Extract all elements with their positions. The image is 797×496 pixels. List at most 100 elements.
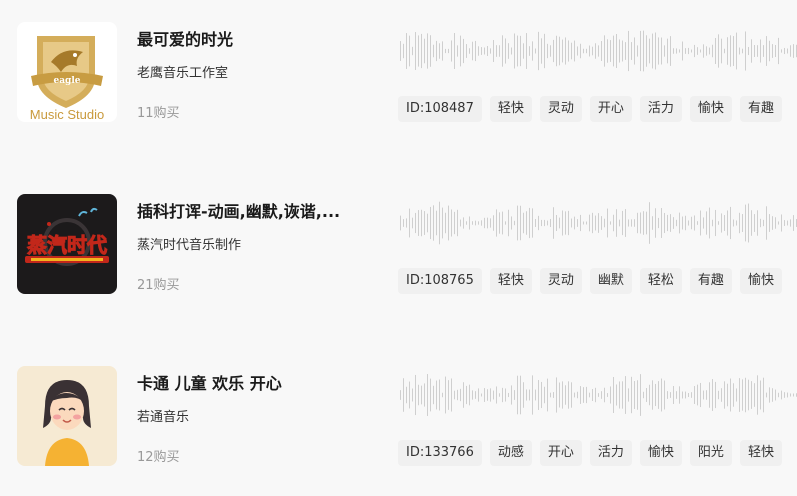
waveform-bar <box>718 34 719 68</box>
waveform-bar <box>514 33 515 69</box>
waveform-bar <box>577 46 578 56</box>
waveform-bar <box>403 219 404 227</box>
tag[interactable]: 开心 <box>539 440 582 466</box>
waveform-bar <box>601 391 602 399</box>
waveform-bar <box>538 215 539 231</box>
waveform-bar <box>787 220 788 226</box>
track-title[interactable]: 插科打诨-动画,幽默,诙谐,... <box>137 198 377 222</box>
waveform-bar <box>691 49 692 53</box>
track-author[interactable]: 若通音乐 <box>137 406 189 425</box>
waveform-bar <box>541 381 542 409</box>
waveform-bar <box>616 209 617 237</box>
waveform-bar <box>763 45 764 57</box>
waveform-bar <box>730 378 731 412</box>
waveform-bar <box>742 214 743 232</box>
tag[interactable]: 灵动 <box>539 96 582 122</box>
tag[interactable]: 灵动 <box>539 268 582 294</box>
tag-list: ID:108765 轻快 灵动 幽默 轻松 有趣 愉快 <box>398 268 797 294</box>
waveform-bar <box>544 219 545 227</box>
tag[interactable]: 阳光 <box>689 440 732 466</box>
waveform-bar <box>787 48 788 54</box>
track-cover-eagle-studio[interactable]: eagle Music Studio <box>17 22 117 122</box>
tag[interactable]: 活力 <box>589 440 632 466</box>
tag[interactable]: 轻快 <box>489 96 532 122</box>
waveform-bar <box>703 44 704 58</box>
waveform-bar <box>790 45 791 57</box>
waveform-bar <box>463 217 464 229</box>
tag[interactable]: 动感 <box>489 440 532 466</box>
track-title[interactable]: 最可爱的时光 <box>137 26 377 50</box>
waveform-bar <box>793 44 794 58</box>
waveform[interactable] <box>398 28 797 74</box>
waveform-bar <box>493 40 494 62</box>
waveform-bar <box>550 45 551 57</box>
track-item[interactable]: 卡通 儿童 欢乐 开心 若通音乐 12购买 ID:133766 动感 开心 活力… <box>0 366 797 476</box>
tag[interactable]: 愉快 <box>739 268 782 294</box>
waveform[interactable] <box>398 372 797 418</box>
waveform-bar <box>709 47 710 55</box>
waveform-bar <box>721 213 722 233</box>
tag[interactable]: 愉快 <box>689 96 732 122</box>
waveform-bar <box>424 211 425 235</box>
waveform-bar <box>667 391 668 399</box>
waveform-bar <box>451 209 452 237</box>
waveform[interactable] <box>398 200 797 246</box>
tag[interactable]: 开心 <box>589 96 632 122</box>
waveform-bar <box>553 39 554 63</box>
waveform-bar <box>766 36 767 66</box>
waveform-bar <box>637 380 638 410</box>
tag[interactable]: 活力 <box>639 96 682 122</box>
track-item[interactable]: eagle Music Studio 最可爱的时光 老鹰音乐工作室 11购买 I… <box>0 22 797 132</box>
waveform-bar <box>454 211 455 235</box>
waveform-bar <box>679 212 680 234</box>
tag[interactable]: 有趣 <box>689 268 732 294</box>
waveform-bar <box>754 214 755 232</box>
waveform-bar <box>586 221 587 225</box>
waveform-bar <box>520 35 521 67</box>
track-item[interactable]: 蒸汽时代 插科打诨-动画,幽默,诙谐,... 蒸汽时代音乐制作 21购买 ID:… <box>0 194 797 304</box>
waveform-bar <box>559 217 560 229</box>
waveform-bar <box>598 393 599 397</box>
waveform-bar <box>487 46 488 56</box>
tag[interactable]: 轻松 <box>639 268 682 294</box>
waveform-bar <box>574 216 575 230</box>
waveform-bar <box>631 42 632 60</box>
tag[interactable]: 幽默 <box>589 268 632 294</box>
waveform-bar <box>745 31 746 71</box>
waveform-bar <box>604 35 605 67</box>
waveform-bar <box>517 375 518 415</box>
waveform-bar <box>736 388 737 402</box>
waveform-bar <box>532 375 533 415</box>
track-author[interactable]: 蒸汽时代音乐制作 <box>137 234 241 253</box>
track-title[interactable]: 卡通 儿童 欢乐 开心 <box>137 370 377 394</box>
waveform-bar <box>670 392 671 398</box>
waveform-bar <box>586 48 587 54</box>
waveform-bar <box>418 210 419 236</box>
waveform-bar <box>712 44 713 58</box>
waveform-bar <box>595 387 596 403</box>
waveform-bar <box>481 393 482 397</box>
waveform-bar <box>406 33 407 69</box>
waveform-bar <box>523 212 524 234</box>
waveform-bar <box>430 206 431 240</box>
waveform-bar <box>451 40 452 62</box>
waveform-bar <box>457 389 458 401</box>
tag[interactable]: 轻快 <box>489 268 532 294</box>
track-cover-cartoon-girl[interactable] <box>17 366 117 466</box>
waveform-bar <box>619 39 620 63</box>
track-id-badge: ID:108487 <box>398 96 482 122</box>
tag[interactable]: 愉快 <box>639 440 682 466</box>
svg-text:eagle: eagle <box>54 76 81 86</box>
waveform-bar <box>472 41 473 61</box>
waveform-bar <box>499 212 500 234</box>
waveform-bar <box>613 35 614 67</box>
waveform-bar <box>673 48 674 54</box>
track-author[interactable]: 老鹰音乐工作室 <box>137 62 228 81</box>
waveform-bar <box>565 37 566 65</box>
track-cover-steam-era[interactable]: 蒸汽时代 <box>17 194 117 294</box>
tag[interactable]: 轻快 <box>739 440 782 466</box>
tag[interactable]: 有趣 <box>739 96 782 122</box>
waveform-bar <box>655 208 656 238</box>
waveform-bar <box>409 35 410 67</box>
waveform-bar <box>430 378 431 412</box>
